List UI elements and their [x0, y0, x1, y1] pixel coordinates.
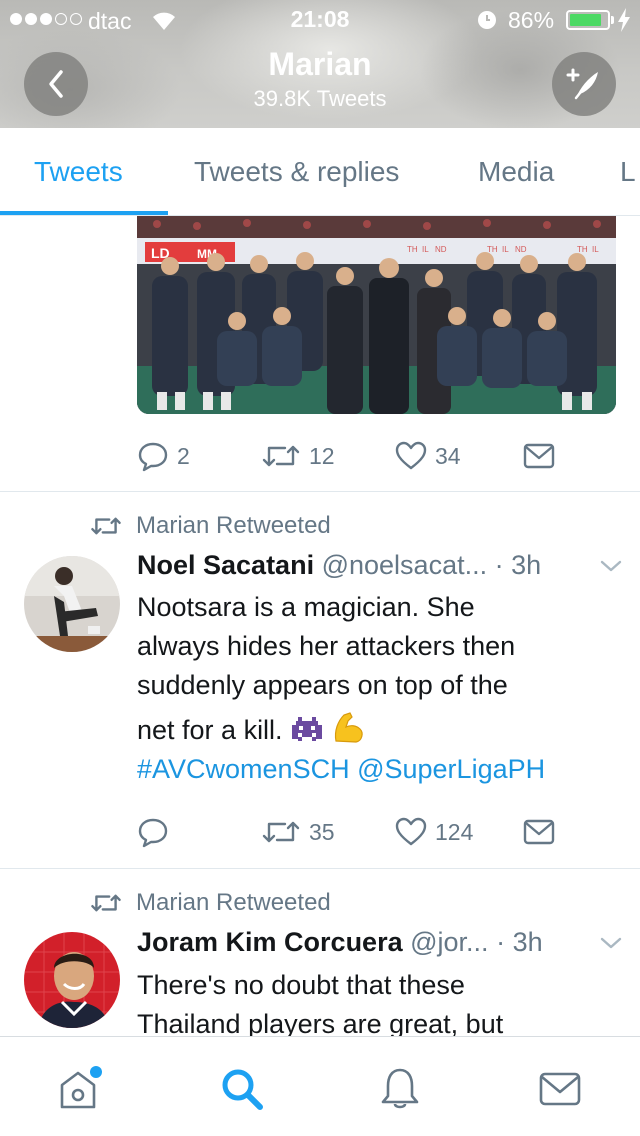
reply-button[interactable]: 2: [137, 436, 190, 476]
direct-message-button[interactable]: [523, 812, 555, 852]
tab-tweets[interactable]: Tweets: [34, 128, 123, 215]
profile-tabs: Tweets Tweets & replies Media L: [0, 128, 640, 216]
svg-text:ND: ND: [435, 245, 447, 254]
author-handle[interactable]: @jor...: [410, 927, 488, 957]
reply-count: 2: [177, 442, 190, 469]
tweet-text-line: There's no doubt that these: [137, 970, 465, 1000]
tweet-text-line: always hides her attackers then: [137, 631, 516, 661]
retweet-icon: [262, 821, 300, 843]
tweet-feed[interactable]: LD MM TH IL ND TH IL ND TH IL 2 12 34 Ma…: [0, 216, 640, 1036]
reply-icon: [138, 442, 168, 472]
tweet-text-line: Thailand players are great, but: [137, 1009, 504, 1036]
retweeted-by-label: Marian Retweeted: [90, 888, 331, 918]
heart-icon: [395, 817, 427, 846]
retweet-icon: [91, 894, 121, 912]
retweeted-by-text: Marian Retweeted: [136, 512, 331, 539]
svg-text:TH: TH: [577, 245, 588, 254]
bottom-tab-bar: [0, 1036, 640, 1136]
tweet-divider: [0, 868, 640, 869]
like-count: 34: [435, 442, 461, 469]
avatar[interactable]: [24, 556, 120, 652]
retweet-count: 35: [309, 818, 335, 845]
tab-likes[interactable]: L: [620, 128, 636, 215]
hashtag-link[interactable]: #AVCwomenSCH: [137, 754, 350, 784]
retweeted-by-text: Marian Retweeted: [136, 889, 331, 916]
author-name[interactable]: Joram Kim Corcuera: [137, 927, 403, 957]
search-icon: [222, 1069, 263, 1110]
tweet-text-line: suddenly appears on top of the: [137, 670, 508, 700]
profile-header: dtac 21:08 86% Marian 39.8K Tweets: [0, 0, 640, 128]
tweet-actions: 35 124: [137, 812, 617, 852]
chevron-down-icon[interactable]: [599, 935, 623, 951]
svg-text:TH: TH: [407, 245, 418, 254]
profile-name: Marian: [268, 46, 372, 82]
tweet-text: There's no doubt that these Thailand pla…: [137, 966, 617, 1036]
chevron-down-icon[interactable]: [599, 558, 623, 574]
tweet-links-line: #AVCwomenSCH @SuperLigaPH: [137, 750, 617, 789]
author-handle[interactable]: @noelsacat...: [322, 550, 488, 580]
alien-monster-emoji: [292, 717, 323, 741]
svg-text:TH: TH: [487, 245, 498, 254]
retweet-count: 12: [309, 442, 335, 469]
direct-message-button[interactable]: [523, 436, 555, 476]
svg-text:IL: IL: [422, 245, 429, 254]
like-button[interactable]: 124: [395, 812, 473, 852]
mention-link[interactable]: @SuperLigaPH: [357, 754, 545, 784]
battery-icon: [566, 10, 610, 30]
svg-text:ND: ND: [515, 245, 527, 254]
notification-dot: [90, 1066, 102, 1078]
tweet-actions: 2 12 34: [137, 436, 617, 476]
like-button[interactable]: 34: [395, 436, 461, 476]
retweet-icon: [262, 445, 300, 467]
tweet-text: Nootsara is a magician. She always hides…: [137, 588, 617, 789]
tweet-photo[interactable]: LD MM TH IL ND TH IL ND TH IL: [137, 216, 616, 414]
bell-icon: [381, 1068, 419, 1109]
tweet-time: · 3h: [496, 927, 543, 957]
retweet-icon: [91, 517, 121, 535]
tweet-header: Noel Sacatani @noelsacat... · 3h: [137, 550, 627, 586]
svg-text:IL: IL: [502, 245, 509, 254]
charging-icon: [618, 8, 630, 32]
tweet-text-line: Nootsara is a magician. She: [137, 592, 475, 622]
reply-button[interactable]: [137, 812, 177, 852]
tab-media[interactable]: Media: [478, 128, 554, 215]
notifications-tab[interactable]: [376, 1065, 424, 1113]
reply-icon: [138, 818, 168, 848]
status-bar: dtac 21:08 86%: [0, 0, 640, 40]
tweet-text-fragment: net for a kill.: [137, 715, 283, 745]
flexed-biceps-emoji: [334, 712, 363, 743]
active-tab-indicator: [0, 211, 168, 215]
like-count: 124: [435, 818, 474, 845]
mail-icon: [523, 819, 555, 845]
mail-icon: [523, 443, 555, 469]
tab-tweets-and-replies[interactable]: Tweets & replies: [194, 128, 399, 215]
avatar[interactable]: [24, 932, 120, 1028]
home-tab[interactable]: [56, 1065, 104, 1113]
heart-icon: [395, 441, 427, 470]
tweet-header: Joram Kim Corcuera @jor... · 3h: [137, 927, 627, 963]
compose-tweet-button[interactable]: [552, 52, 616, 116]
tweet-count: 39.8K Tweets: [253, 86, 387, 111]
search-tab[interactable]: [218, 1065, 266, 1113]
mail-icon: [539, 1072, 581, 1106]
retweeted-by-label: Marian Retweeted: [90, 511, 331, 541]
alarm-icon: [478, 11, 496, 29]
retweet-button[interactable]: 35: [261, 812, 335, 852]
tweet-text-line-with-emoji: net for a kill.: [137, 711, 617, 750]
retweet-button[interactable]: 12: [261, 436, 335, 476]
svg-text:IL: IL: [592, 245, 599, 254]
tweet-divider: [0, 491, 640, 492]
messages-tab[interactable]: [536, 1065, 584, 1113]
compose-quill-icon: [566, 68, 598, 100]
home-icon: [60, 1066, 102, 1109]
author-name[interactable]: Noel Sacatani: [137, 550, 314, 580]
tweet-time: · 3h: [494, 550, 542, 580]
battery-percent: 86%: [508, 7, 555, 33]
